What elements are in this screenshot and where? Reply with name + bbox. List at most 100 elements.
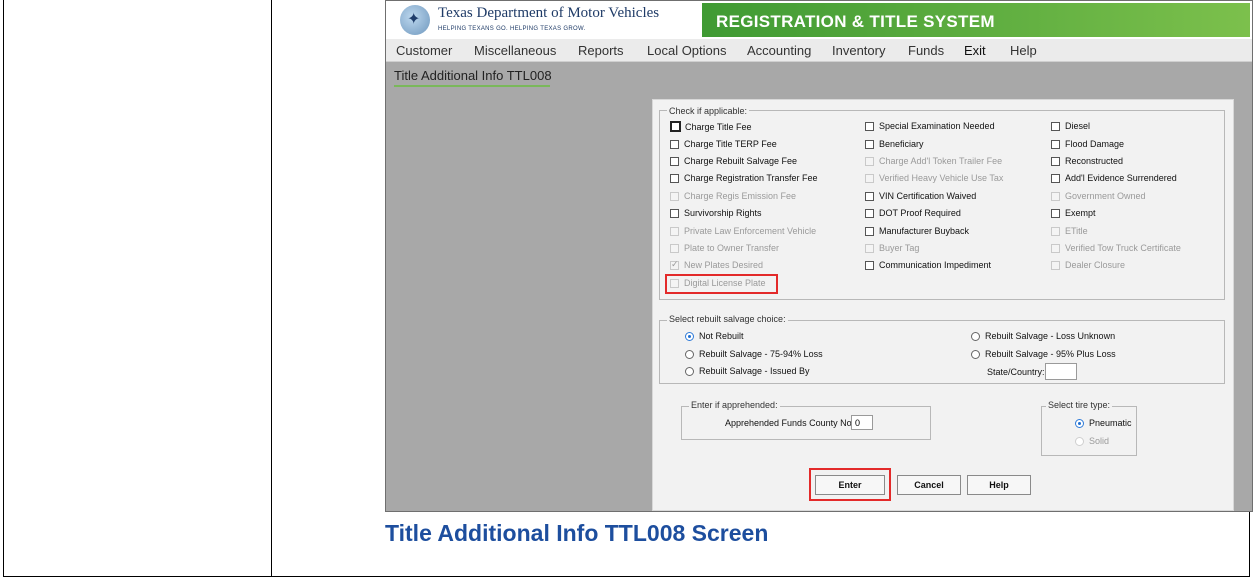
tire-label: Select tire type: [1046, 400, 1113, 410]
radio-dot [1075, 436, 1084, 446]
communication-impediment-checkbox[interactable]: Communication Impediment [865, 260, 991, 270]
checkbox-box [1051, 226, 1060, 236]
menu-miscellaneous[interactable]: Miscellaneous [474, 43, 556, 58]
charge-title-fee-checkbox[interactable]: Charge Title Fee [670, 121, 752, 132]
checkbox-label: VIN Certification Waived [879, 191, 977, 201]
checkbox-label: Add'l Evidence Surrendered [1065, 173, 1177, 183]
dot-proof-required-checkbox[interactable]: DOT Proof Required [865, 208, 961, 218]
txdmv-logo: ✦ [400, 5, 430, 35]
reconstructed-checkbox[interactable]: Reconstructed [1051, 156, 1123, 166]
checkbox-box [865, 260, 874, 270]
menu-accounting[interactable]: Accounting [747, 43, 811, 58]
verified-tow-truck-checkbox[interactable]: Verified Tow Truck Certificate [1051, 243, 1181, 253]
checkbox-label: Diesel [1065, 121, 1091, 131]
checkbox-box [670, 208, 679, 218]
checkbox-box [670, 139, 679, 149]
tire-groupbox [1041, 406, 1137, 456]
checkbox-box [1051, 243, 1060, 253]
checkbox-box [865, 156, 874, 166]
state-country-label: State/Country: [987, 367, 1045, 377]
special-examination-checkbox[interactable]: Special Examination Needed [865, 121, 995, 131]
page-title: Title Additional Info TTL008 [394, 68, 552, 83]
charge-rebuilt-salvage-fee-checkbox[interactable]: Charge Rebuilt Salvage Fee [670, 156, 797, 166]
private-law-enforcement-checkbox[interactable]: Private Law Enforcement Vehicle [670, 226, 816, 236]
additional-info-dialog: Check if applicable: Charge Title Fee Ch… [652, 99, 1234, 511]
radio-dot [1075, 418, 1084, 428]
checkbox-box [670, 243, 679, 253]
checkbox-label: New Plates Desired [684, 260, 764, 270]
rebuilt-75-94-radio[interactable]: Rebuilt Salvage - 75-94% Loss [685, 349, 823, 359]
pneumatic-radio[interactable]: Pneumatic [1075, 418, 1132, 428]
menu-local-options[interactable]: Local Options [647, 43, 727, 58]
checkbox-label: Exempt [1065, 208, 1096, 218]
checkbox-label: Charge Registration Transfer Fee [684, 173, 818, 183]
charge-registration-transfer-fee-checkbox[interactable]: Charge Registration Transfer Fee [670, 173, 818, 183]
checkbox-box [1051, 156, 1060, 166]
radio-label: Rebuilt Salvage - 95% Plus Loss [985, 349, 1116, 359]
checkbox-label: Communication Impediment [879, 260, 992, 270]
diesel-checkbox[interactable]: Diesel [1051, 121, 1090, 131]
checkbox-label: DOT Proof Required [879, 208, 961, 218]
cancel-button[interactable]: Cancel [897, 475, 961, 495]
star-icon: ✦ [407, 11, 421, 28]
menu-reports[interactable]: Reports [578, 43, 624, 58]
checkbox-label: Beneficiary [879, 139, 924, 149]
menu-exit[interactable]: Exit [964, 43, 986, 58]
checkbox-box [1051, 191, 1060, 201]
checkbox-box [670, 121, 681, 132]
charge-title-terp-fee-checkbox[interactable]: Charge Title TERP Fee [670, 139, 777, 149]
buyer-tag-checkbox[interactable]: Buyer Tag [865, 243, 919, 253]
checkbox-box [670, 156, 679, 166]
state-country-input[interactable] [1045, 363, 1077, 380]
radio-dot [685, 331, 694, 341]
rebuilt-95-plus-radio[interactable]: Rebuilt Salvage - 95% Plus Loss [971, 349, 1116, 359]
menu-help[interactable]: Help [1010, 43, 1037, 58]
checkbox-label: Charge Title TERP Fee [684, 139, 777, 149]
radio-dot [685, 349, 694, 359]
checkbox-box [1051, 173, 1060, 183]
checkbox-box [865, 191, 874, 201]
flood-damage-checkbox[interactable]: Flood Damage [1051, 139, 1124, 149]
beneficiary-checkbox[interactable]: Beneficiary [865, 139, 924, 149]
checkbox-label: Plate to Owner Transfer [684, 243, 780, 253]
exempt-checkbox[interactable]: Exempt [1051, 208, 1096, 218]
solid-radio[interactable]: Solid [1075, 436, 1109, 446]
radio-label: Rebuilt Salvage - Issued By [699, 366, 810, 376]
radio-label: Rebuilt Salvage - Loss Unknown [985, 331, 1116, 341]
plate-to-owner-transfer-checkbox[interactable]: Plate to Owner Transfer [670, 243, 779, 253]
checkbox-box [670, 173, 679, 183]
menu-customer[interactable]: Customer [396, 43, 452, 58]
checkbox-box [865, 139, 874, 149]
system-title: REGISTRATION & TITLE SYSTEM [716, 12, 995, 31]
title-underline [394, 85, 550, 87]
radio-dot [971, 331, 980, 341]
digital-license-plate-highlight [665, 274, 778, 294]
brand-name: Texas Department of Motor Vehicles [438, 5, 660, 21]
checkbox-box [1051, 260, 1060, 270]
heavy-vehicle-use-tax-checkbox[interactable]: Verified Heavy Vehicle Use Tax [865, 173, 1003, 183]
menu-inventory[interactable]: Inventory [832, 43, 885, 58]
checkbox-box [1051, 121, 1060, 131]
survivorship-rights-checkbox[interactable]: Survivorship Rights [670, 208, 762, 218]
checkbox-label: Charge Regis Emission Fee [684, 191, 797, 201]
checkbox-label: Flood Damage [1065, 139, 1125, 149]
menu-funds[interactable]: Funds [908, 43, 944, 58]
apprehended-funds-input[interactable]: 0 [851, 415, 873, 430]
help-button[interactable]: Help [967, 475, 1031, 495]
addl-evidence-surrendered-checkbox[interactable]: Add'l Evidence Surrendered [1051, 173, 1177, 183]
new-plates-desired-checkbox[interactable]: New Plates Desired [670, 259, 764, 270]
rebuilt-issued-by-radio[interactable]: Rebuilt Salvage - Issued By [685, 366, 810, 376]
vin-certification-waived-checkbox[interactable]: VIN Certification Waived [865, 191, 976, 201]
checkbox-box [865, 121, 874, 131]
not-rebuilt-radio[interactable]: Not Rebuilt [685, 331, 744, 341]
government-owned-checkbox[interactable]: Government Owned [1051, 191, 1146, 201]
checkbox-box [865, 208, 874, 218]
dealer-closure-checkbox[interactable]: Dealer Closure [1051, 260, 1125, 270]
manufacturer-buyback-checkbox[interactable]: Manufacturer Buyback [865, 226, 969, 236]
rebuilt-loss-unknown-radio[interactable]: Rebuilt Salvage - Loss Unknown [971, 331, 1115, 341]
etitle-checkbox[interactable]: ETitle [1051, 226, 1088, 236]
column-divider [271, 0, 272, 577]
checkbox-box [1051, 139, 1060, 149]
token-trailer-fee-checkbox[interactable]: Charge Add'l Token Trailer Fee [865, 156, 1002, 166]
charge-regis-emission-fee-checkbox[interactable]: Charge Regis Emission Fee [670, 191, 796, 201]
